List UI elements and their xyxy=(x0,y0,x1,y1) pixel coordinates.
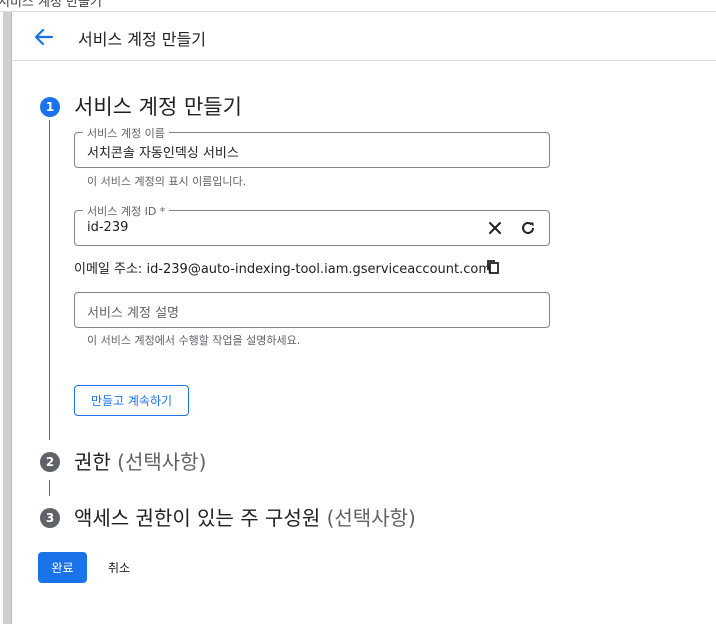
step-2-connector xyxy=(49,480,50,496)
name-field-hint: 이 서비스 계정의 표시 이름입니다. xyxy=(87,175,247,188)
back-button[interactable] xyxy=(31,25,57,49)
step-2-optional: (선택사항) xyxy=(117,450,207,474)
step-1-connector xyxy=(49,120,50,440)
page-header: 서비스 계정 만들기 xyxy=(13,13,716,61)
cancel-button[interactable]: 취소 xyxy=(102,552,136,583)
refresh-id-button[interactable] xyxy=(518,218,538,238)
description-field-hint: 이 서비스 계정에서 수행할 작업을 설명하세요. xyxy=(87,334,301,347)
step-3-title[interactable]: 액세스 권한이 있는 주 구성원 (선택사항) xyxy=(74,502,416,531)
step-2-title-text: 권한 xyxy=(74,450,111,474)
create-and-continue-button[interactable]: 만들고 계속하기 xyxy=(74,385,189,416)
step-3-optional: (선택사항) xyxy=(326,506,416,530)
step-1-title[interactable]: 서비스 계정 만들기 xyxy=(74,91,242,121)
window-title-strip: 서비스 계정 만들기 xyxy=(0,0,716,12)
description-placeholder: 서비스 계정 설명 xyxy=(87,306,179,321)
arrow-left-icon xyxy=(34,28,54,46)
name-field-value: 서치콘솔 자동인덱싱 서비스 xyxy=(87,146,239,161)
service-account-id-field[interactable]: 서비스 계정 ID * id-239 xyxy=(74,203,550,246)
done-button[interactable]: 완료 xyxy=(38,552,87,583)
clear-id-button[interactable] xyxy=(485,218,505,238)
email-address-line: 이메일 주소: id-239@auto-indexing-tool.iam.gs… xyxy=(74,258,491,277)
close-icon xyxy=(489,222,501,234)
id-field-value: id-239 xyxy=(87,220,129,235)
copy-email-button[interactable] xyxy=(483,257,503,277)
email-value: id-239@auto-indexing-tool.iam.gserviceac… xyxy=(146,262,491,277)
step-1-number: 1 xyxy=(40,97,60,117)
copy-icon xyxy=(487,260,499,274)
refresh-icon xyxy=(522,221,534,234)
email-label: 이메일 주소: xyxy=(74,262,143,277)
service-account-name-field[interactable]: 서비스 계정 이름 서치콘솔 자동인덱싱 서비스 xyxy=(74,125,550,168)
window-title: 서비스 계정 만들기 xyxy=(0,0,102,10)
step-2-title[interactable]: 권한 (선택사항) xyxy=(74,446,206,475)
name-field-label: 서비스 계정 이름 xyxy=(83,125,169,141)
page-title: 서비스 계정 만들기 xyxy=(78,30,206,49)
step-3-title-text: 액세스 권한이 있는 주 구성원 xyxy=(74,506,321,530)
step-3-number: 3 xyxy=(40,508,60,528)
step-2-number: 2 xyxy=(40,452,60,472)
step-1-title-text: 서비스 계정 만들기 xyxy=(74,95,242,119)
id-field-label: 서비스 계정 ID * xyxy=(83,203,170,219)
left-scroll-rail xyxy=(3,12,12,624)
service-account-description-field[interactable]: 서비스 계정 설명 xyxy=(74,292,550,328)
